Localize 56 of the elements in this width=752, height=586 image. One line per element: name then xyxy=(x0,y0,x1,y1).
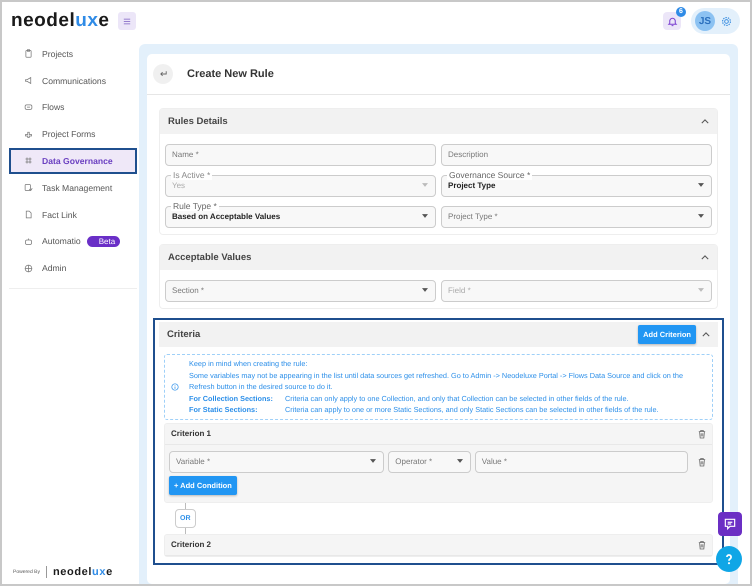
grid-icon xyxy=(24,156,33,166)
caret-icon xyxy=(698,214,704,218)
section-header[interactable]: Acceptable Values xyxy=(160,245,717,270)
sidebar-item[interactable]: Data Governance xyxy=(9,148,137,174)
sidebar-item[interactable]: Fact Link xyxy=(9,202,137,228)
input-field[interactable]: Value * xyxy=(474,444,688,472)
trash-icon[interactable] xyxy=(698,428,706,438)
logo: neodeluxe xyxy=(52,566,113,578)
dropdown-field[interactable]: Project Type * xyxy=(441,200,712,228)
input-field[interactable]: Description xyxy=(441,138,712,166)
settings-icon xyxy=(721,16,732,26)
caret-icon xyxy=(698,183,704,187)
sidebar-item[interactable]: Task Management xyxy=(9,174,137,201)
criterion-title: Criterion 1 xyxy=(171,429,212,438)
caret-icon xyxy=(422,183,428,187)
chat-button[interactable] xyxy=(718,512,742,536)
sidebar-item[interactable]: Project Forms xyxy=(9,121,137,148)
menu-icon xyxy=(122,18,130,24)
sidebar-item[interactable]: Admin xyxy=(9,255,137,282)
megaphone-icon xyxy=(24,76,33,86)
input-field[interactable]: Name * xyxy=(165,138,436,166)
caret-icon xyxy=(370,458,376,462)
section-header[interactable]: Rules Details xyxy=(160,109,717,134)
notification-button[interactable] xyxy=(663,12,681,30)
dropdown-field[interactable]: Governance Source * Project Type xyxy=(441,169,712,197)
chevron-up-icon[interactable] xyxy=(701,119,709,124)
trash-icon[interactable] xyxy=(698,456,706,466)
chevron-up-icon[interactable] xyxy=(701,255,709,260)
caret-icon xyxy=(422,288,428,292)
globe-icon xyxy=(24,264,33,273)
dropdown-field[interactable]: Variable * xyxy=(169,444,384,472)
sidebar-item[interactable]: Automatio Beta xyxy=(9,228,137,254)
caret-icon xyxy=(456,458,463,462)
dropdown-field[interactable]: Rule Type * Based on Acceptable Values xyxy=(165,200,436,228)
sidebar-item[interactable]: Projects xyxy=(9,40,137,67)
bell-icon xyxy=(666,16,678,26)
criterion-title: Criterion 2 xyxy=(171,540,212,549)
chevron-up-icon[interactable] xyxy=(702,332,710,337)
info-icon xyxy=(171,382,179,391)
menu-button[interactable] xyxy=(118,12,136,30)
dropdown-field[interactable]: Operator * xyxy=(388,444,471,472)
page-title: Create New Rule xyxy=(187,68,274,80)
avatar: JS xyxy=(695,11,715,31)
back-button[interactable] xyxy=(153,64,173,84)
sidebar-item[interactable]: Communications xyxy=(9,68,137,94)
trash-icon[interactable] xyxy=(698,540,706,550)
clipboard-icon xyxy=(24,49,33,58)
task-icon xyxy=(24,183,33,192)
logo: neodeluxe xyxy=(11,10,110,32)
sidebar-item[interactable]: Flows xyxy=(9,94,137,120)
return-arrow-icon xyxy=(158,70,168,78)
caret-icon xyxy=(422,214,428,218)
dropdown-field[interactable]: Section * xyxy=(165,274,436,302)
document-icon xyxy=(24,210,33,220)
beta-badge: Beta xyxy=(86,236,120,247)
caret-icon xyxy=(698,288,704,292)
